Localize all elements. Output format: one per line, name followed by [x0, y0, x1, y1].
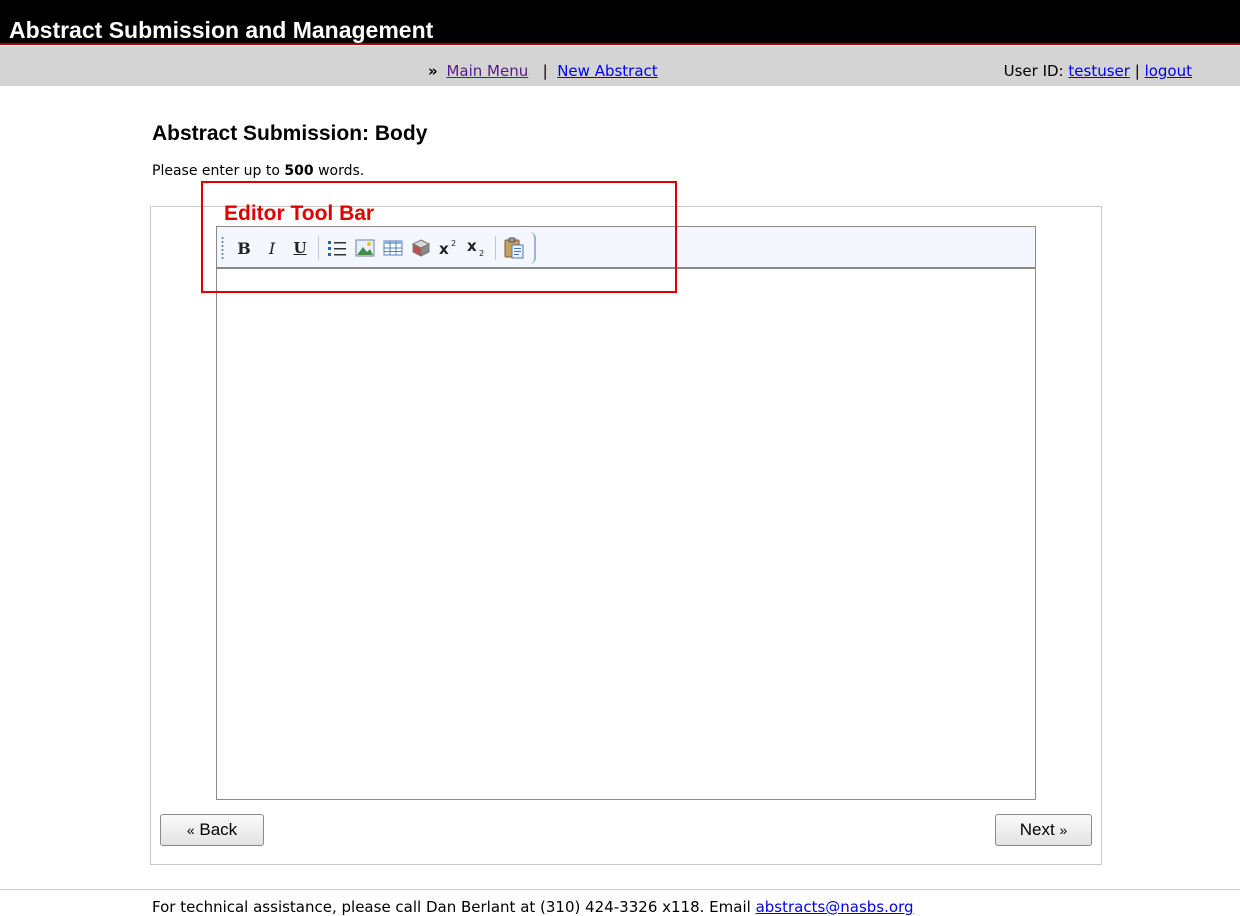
- nav-links: » Main Menu | New Abstract: [428, 61, 658, 81]
- back-chevron-icon: «: [186, 822, 195, 838]
- user-id-link[interactable]: testuser: [1068, 62, 1130, 80]
- next-button-label: Next: [1019, 820, 1055, 839]
- annotation-highlight-box: [201, 181, 677, 293]
- rich-text-editor: B I U x 2 x 2: [216, 226, 1036, 800]
- footer: For technical assistance, please call Da…: [152, 898, 914, 916]
- nav-bar: » Main Menu | New Abstract User ID: test…: [0, 46, 1240, 86]
- user-divider: |: [1134, 62, 1140, 80]
- user-id-label: User ID:: [1003, 62, 1064, 80]
- support-email-link[interactable]: abstracts@nasbs.org: [756, 898, 914, 916]
- footer-text: For technical assistance, please call Da…: [152, 898, 756, 916]
- next-button[interactable]: Next »: [995, 814, 1092, 846]
- word-limit: 500: [284, 163, 314, 179]
- next-chevron-icon: »: [1059, 822, 1068, 838]
- main-menu-link[interactable]: Main Menu: [446, 62, 528, 80]
- back-button-label: Back: [199, 820, 238, 839]
- instructions-text: Please enter up to 500 words.: [152, 163, 365, 179]
- page-title: Abstract Submission: Body: [152, 122, 428, 145]
- app-title: Abstract Submission and Management: [9, 17, 434, 43]
- editor-text-area[interactable]: [217, 271, 1035, 799]
- app-header: Abstract Submission and Management: [0, 0, 1240, 45]
- logout-link[interactable]: logout: [1145, 62, 1192, 80]
- annotation-label: Editor Tool Bar: [224, 202, 375, 225]
- footer-divider: [0, 889, 1240, 890]
- back-button[interactable]: « Back: [160, 814, 264, 846]
- nav-divider: |: [542, 62, 548, 80]
- raquo-icon: »: [428, 62, 438, 80]
- user-area: User ID: testuser | logout: [1004, 61, 1192, 81]
- new-abstract-link[interactable]: New Abstract: [557, 62, 657, 80]
